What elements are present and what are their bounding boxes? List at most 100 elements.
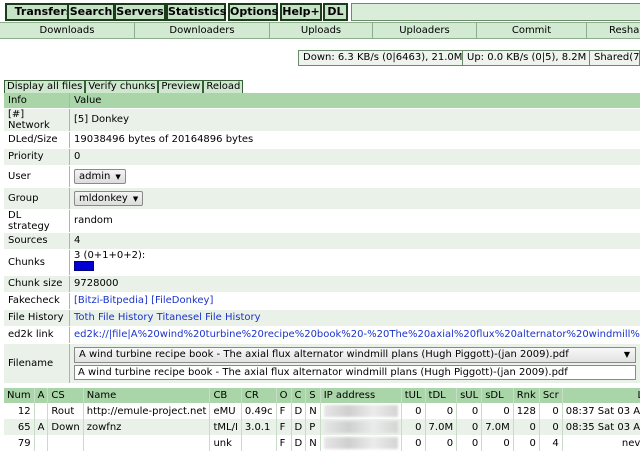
source-name [83,435,211,451]
source-rnk: 128 [513,403,540,419]
sources-value: 4 [69,232,640,250]
source-rnk: 0 [513,435,540,451]
source-a [34,435,49,451]
col-scr[interactable]: Scr [539,388,563,403]
source-lo: 08:35 Sat 03 Apr [562,419,640,435]
subnav-commit[interactable]: Commit [476,23,586,38]
file-action-tabs: Display all files Verify chunks Preview … [4,80,244,94]
source-cb: unk [209,435,242,451]
source-scr: 0 [539,419,563,435]
source-lo: never [562,435,640,451]
subnav-downloads[interactable]: Downloads [0,23,134,38]
col-name[interactable]: Name [83,388,211,403]
chevron-down-icon: ▼ [132,194,139,203]
col-cb[interactable]: CB [209,388,242,403]
info-row-sources: Sources 4 [4,232,640,250]
col-ip[interactable]: IP address [320,388,402,403]
ed2k-link[interactable]: ed2k://|file|A%20wind%20turbine%20recipe… [74,329,640,340]
chunks-value: 3 (0+1+0+2): [74,250,146,261]
source-cr: 3.0.1 [241,419,277,435]
user-label: User [4,165,70,188]
source-scr: 4 [539,435,563,451]
source-tul: 0 [401,403,426,419]
menu-search-button[interactable]: Search [67,3,115,21]
tab-display-all-files[interactable]: Display all files [4,80,86,94]
tab-reload[interactable]: Reload [203,80,244,94]
source-a [34,403,49,419]
strategy-label: DL strategy [4,209,70,233]
col-tdl[interactable]: tDL [425,388,458,403]
info-row-dled: DLed/Size 19038496 bytes of 20164896 byt… [4,131,640,149]
subnav-uploads[interactable]: Uploads [269,23,372,38]
filename-input[interactable]: A wind turbine recipe book - The axial f… [74,364,636,380]
user-select[interactable]: admin ▼ [74,168,126,184]
menu-options-button[interactable]: Options [228,3,278,21]
menu-help-button[interactable]: Help+ [280,3,322,21]
user-cell: admin ▼ [69,165,640,188]
source-sul: 0 [456,403,483,419]
source-scr: 0 [539,403,563,419]
filename-select[interactable]: A wind turbine recipe book - The axial f… [74,346,636,363]
col-cs[interactable]: CS [47,388,84,403]
info-row-priority: Priority 0 [4,148,640,166]
col-s[interactable]: S [305,388,321,403]
col-o[interactable]: O [276,388,292,403]
source-cs [47,435,84,451]
col-cr[interactable]: CR [241,388,277,403]
source-cr [241,435,277,451]
chunk-progress-bar [74,261,94,271]
source-cs: Down [47,419,84,435]
info-row-user: User admin ▼ [4,165,640,188]
dled-label: DLed/Size [4,131,70,149]
source-o: F [276,403,292,419]
source-lo: 08:37 Sat 03 Apr [562,403,640,419]
col-c[interactable]: C [291,388,307,403]
titanesel-history-link[interactable]: Titanesel File History [157,312,261,323]
menu-statistics-button[interactable]: Statistics [166,3,226,21]
menu-servers-button[interactable]: Servers [114,3,166,21]
strategy-value: random [69,209,640,233]
subnav-reshare[interactable]: Reshar [586,23,640,38]
source-cr: 0.49c [241,403,277,419]
sources-table: Num A CS Name CB CR O C S IP address tUL… [4,388,640,451]
filename-cell: A wind turbine recipe book - The axial f… [69,343,640,384]
col-sul[interactable]: sUL [456,388,483,403]
ed2k-cell: ed2k://|file|A%20wind%20turbine%20recipe… [69,326,640,344]
file-info-table: Info Value [#] Network [5] Donkey DLed/S… [4,93,640,384]
subnav-downloaders[interactable]: Downloaders [134,23,269,38]
info-row-chunks: Chunks 3 (0+1+0+2): [4,249,640,276]
chevron-down-icon: ▼ [623,349,631,359]
bitzi-link[interactable]: [Bitzi-Bitpedia] [74,295,148,306]
info-row-strategy: DL strategy random [4,209,640,233]
source-s: N [305,403,321,419]
source-ip [320,403,402,419]
filename-label: Filename [4,343,70,384]
group-cell: mldonkey ▼ [69,187,640,210]
chevron-down-icon: ▼ [115,172,121,181]
col-sdl[interactable]: sDL [481,388,514,403]
source-s: P [305,419,321,435]
info-row-chunksize: Chunk size 9728000 [4,275,640,293]
tab-preview[interactable]: Preview [158,80,204,94]
col-rnk[interactable]: Rnk [513,388,540,403]
sources-label: Sources [4,232,70,250]
source-num: 12 [4,403,35,419]
toth-history-link[interactable]: Toth File History [74,312,153,323]
chunks-label: Chunks [4,249,70,276]
group-select[interactable]: mldonkey ▼ [74,190,144,206]
subnav-uploaders[interactable]: Uploaders [372,23,476,38]
menu-dl-button[interactable]: DL [323,3,348,21]
source-a: A [34,419,49,435]
tab-verify-chunks[interactable]: Verify chunks [85,80,159,94]
table-row[interactable]: 79 unk F D N 0 0 0 0 0 4 never [4,435,640,451]
col-lo[interactable]: LO [562,388,640,403]
filedonkey-link[interactable]: [FileDonkey] [151,295,213,306]
col-a[interactable]: A [34,388,49,403]
info-header-row: Info Value [4,93,640,109]
source-o: F [276,435,292,451]
table-row[interactable]: 65 A Down zowfnz tML/I 3.0.1 F D P 0 7.0… [4,419,640,435]
table-row[interactable]: 12 Rout http://emule-project.net eMU 0.4… [4,403,640,419]
col-num[interactable]: Num [4,388,35,403]
source-o: F [276,419,292,435]
col-tul[interactable]: tUL [401,388,426,403]
